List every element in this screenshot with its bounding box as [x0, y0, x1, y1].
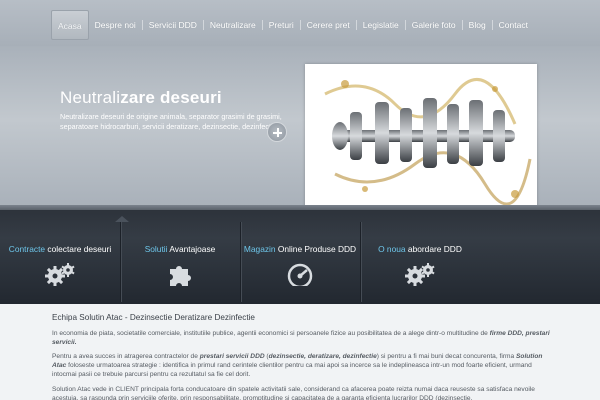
crankshaft-illustration	[324, 77, 532, 206]
text: In economia de piata, societatile comerc…	[52, 330, 490, 337]
puzzle-icon	[120, 262, 240, 288]
speedometer-icon	[240, 262, 360, 286]
feature-title-rest: colectare deseuri	[45, 244, 112, 254]
nav-item-cerere-pret[interactable]: Cerere pret	[301, 10, 356, 40]
emphasis-text: dezinsectie, deratizare, dezinfectie	[268, 353, 377, 360]
nav-item-preturi[interactable]: Preturi	[263, 10, 300, 40]
gears-icon	[0, 262, 120, 286]
feature-title-highlight: Solutii	[144, 244, 168, 254]
feature-title: O noua abordare DDD	[360, 244, 480, 254]
feature-title: Solutii Avantajoase	[120, 244, 240, 254]
content-title: Echipa Solutin Atac - Dezinsectie Derati…	[52, 313, 255, 322]
hero-title-part: zare	[120, 88, 156, 107]
feature-title: Magazin Online Produse DDD	[240, 244, 360, 254]
hero-banner: Neutralizare deseuri Neutralizare deseur…	[0, 46, 600, 210]
feature-title-rest: Avantajoase	[167, 244, 216, 254]
top-navigation: Acasa Despre noi Servicii DDD Neutralizare P…	[0, 0, 600, 46]
nav-item-acasa[interactable]: Acasa	[51, 10, 89, 40]
feature-title-rest: Online Produse DDD	[275, 244, 357, 254]
feature-title-highlight: Magazin	[243, 244, 276, 254]
more-button[interactable]	[267, 122, 287, 142]
hero-title-part: Neutrali	[60, 88, 121, 107]
feature-title-rest: abordare DDD	[405, 244, 462, 254]
nav-item-despre-noi[interactable]: Despre noi	[89, 10, 142, 40]
nav-item-contact[interactable]: Contact	[493, 10, 534, 40]
text: foloseste urmatoarea strategie : identif…	[52, 362, 532, 378]
nav-item-neutralizare[interactable]: Neutralizare	[204, 10, 262, 40]
paragraph-1: In economia de piata, societatile comerc…	[52, 329, 550, 347]
feature-1[interactable]: Contracte colectare deseuri	[0, 222, 120, 304]
nav-menu: Acasa Despre noi Servicii DDD Neutralizare P…	[51, 10, 534, 40]
nav-item-blog[interactable]: Blog	[463, 10, 492, 40]
paragraph-3: Solution Atac vede in CLIENT principala …	[52, 386, 535, 400]
hero-title: Neutralizare deseuri	[60, 88, 222, 108]
feature-title: Contracte colectare deseuri	[0, 244, 120, 254]
feature-4[interactable]: O noua abordare DDD	[360, 222, 480, 304]
nav-item-legislatie[interactable]: Legislatie	[357, 10, 405, 40]
feature-title-highlight: Contracte	[8, 244, 46, 254]
crankshaft-image	[305, 64, 537, 210]
nav-item-servicii-ddd[interactable]: Servicii DDD	[143, 10, 203, 40]
feature-3[interactable]: Magazin Online Produse DDD	[240, 222, 360, 304]
hero-title-bold: deseuri	[159, 88, 222, 107]
paragraph-2: Pentru a avea succes in atragerea contra…	[52, 352, 550, 379]
text: ) si pentru a fi mai buni decat concuren…	[376, 353, 517, 360]
feature-2[interactable]: Solutii Avantajoase	[120, 222, 240, 304]
hero-description: Neutralizare deseuri de origine animala,…	[60, 112, 282, 131]
gears-icon	[360, 262, 480, 286]
emphasis-text: prestari servicii DDD	[199, 353, 265, 360]
nav-item-galerie-foto[interactable]: Galerie foto	[406, 10, 462, 40]
text: Pentru a avea succes in atragerea contra…	[52, 353, 200, 360]
feature-title-highlight: O noua	[378, 244, 406, 254]
content-section: Echipa Solutin Atac - Dezinsectie Derati…	[0, 304, 600, 400]
